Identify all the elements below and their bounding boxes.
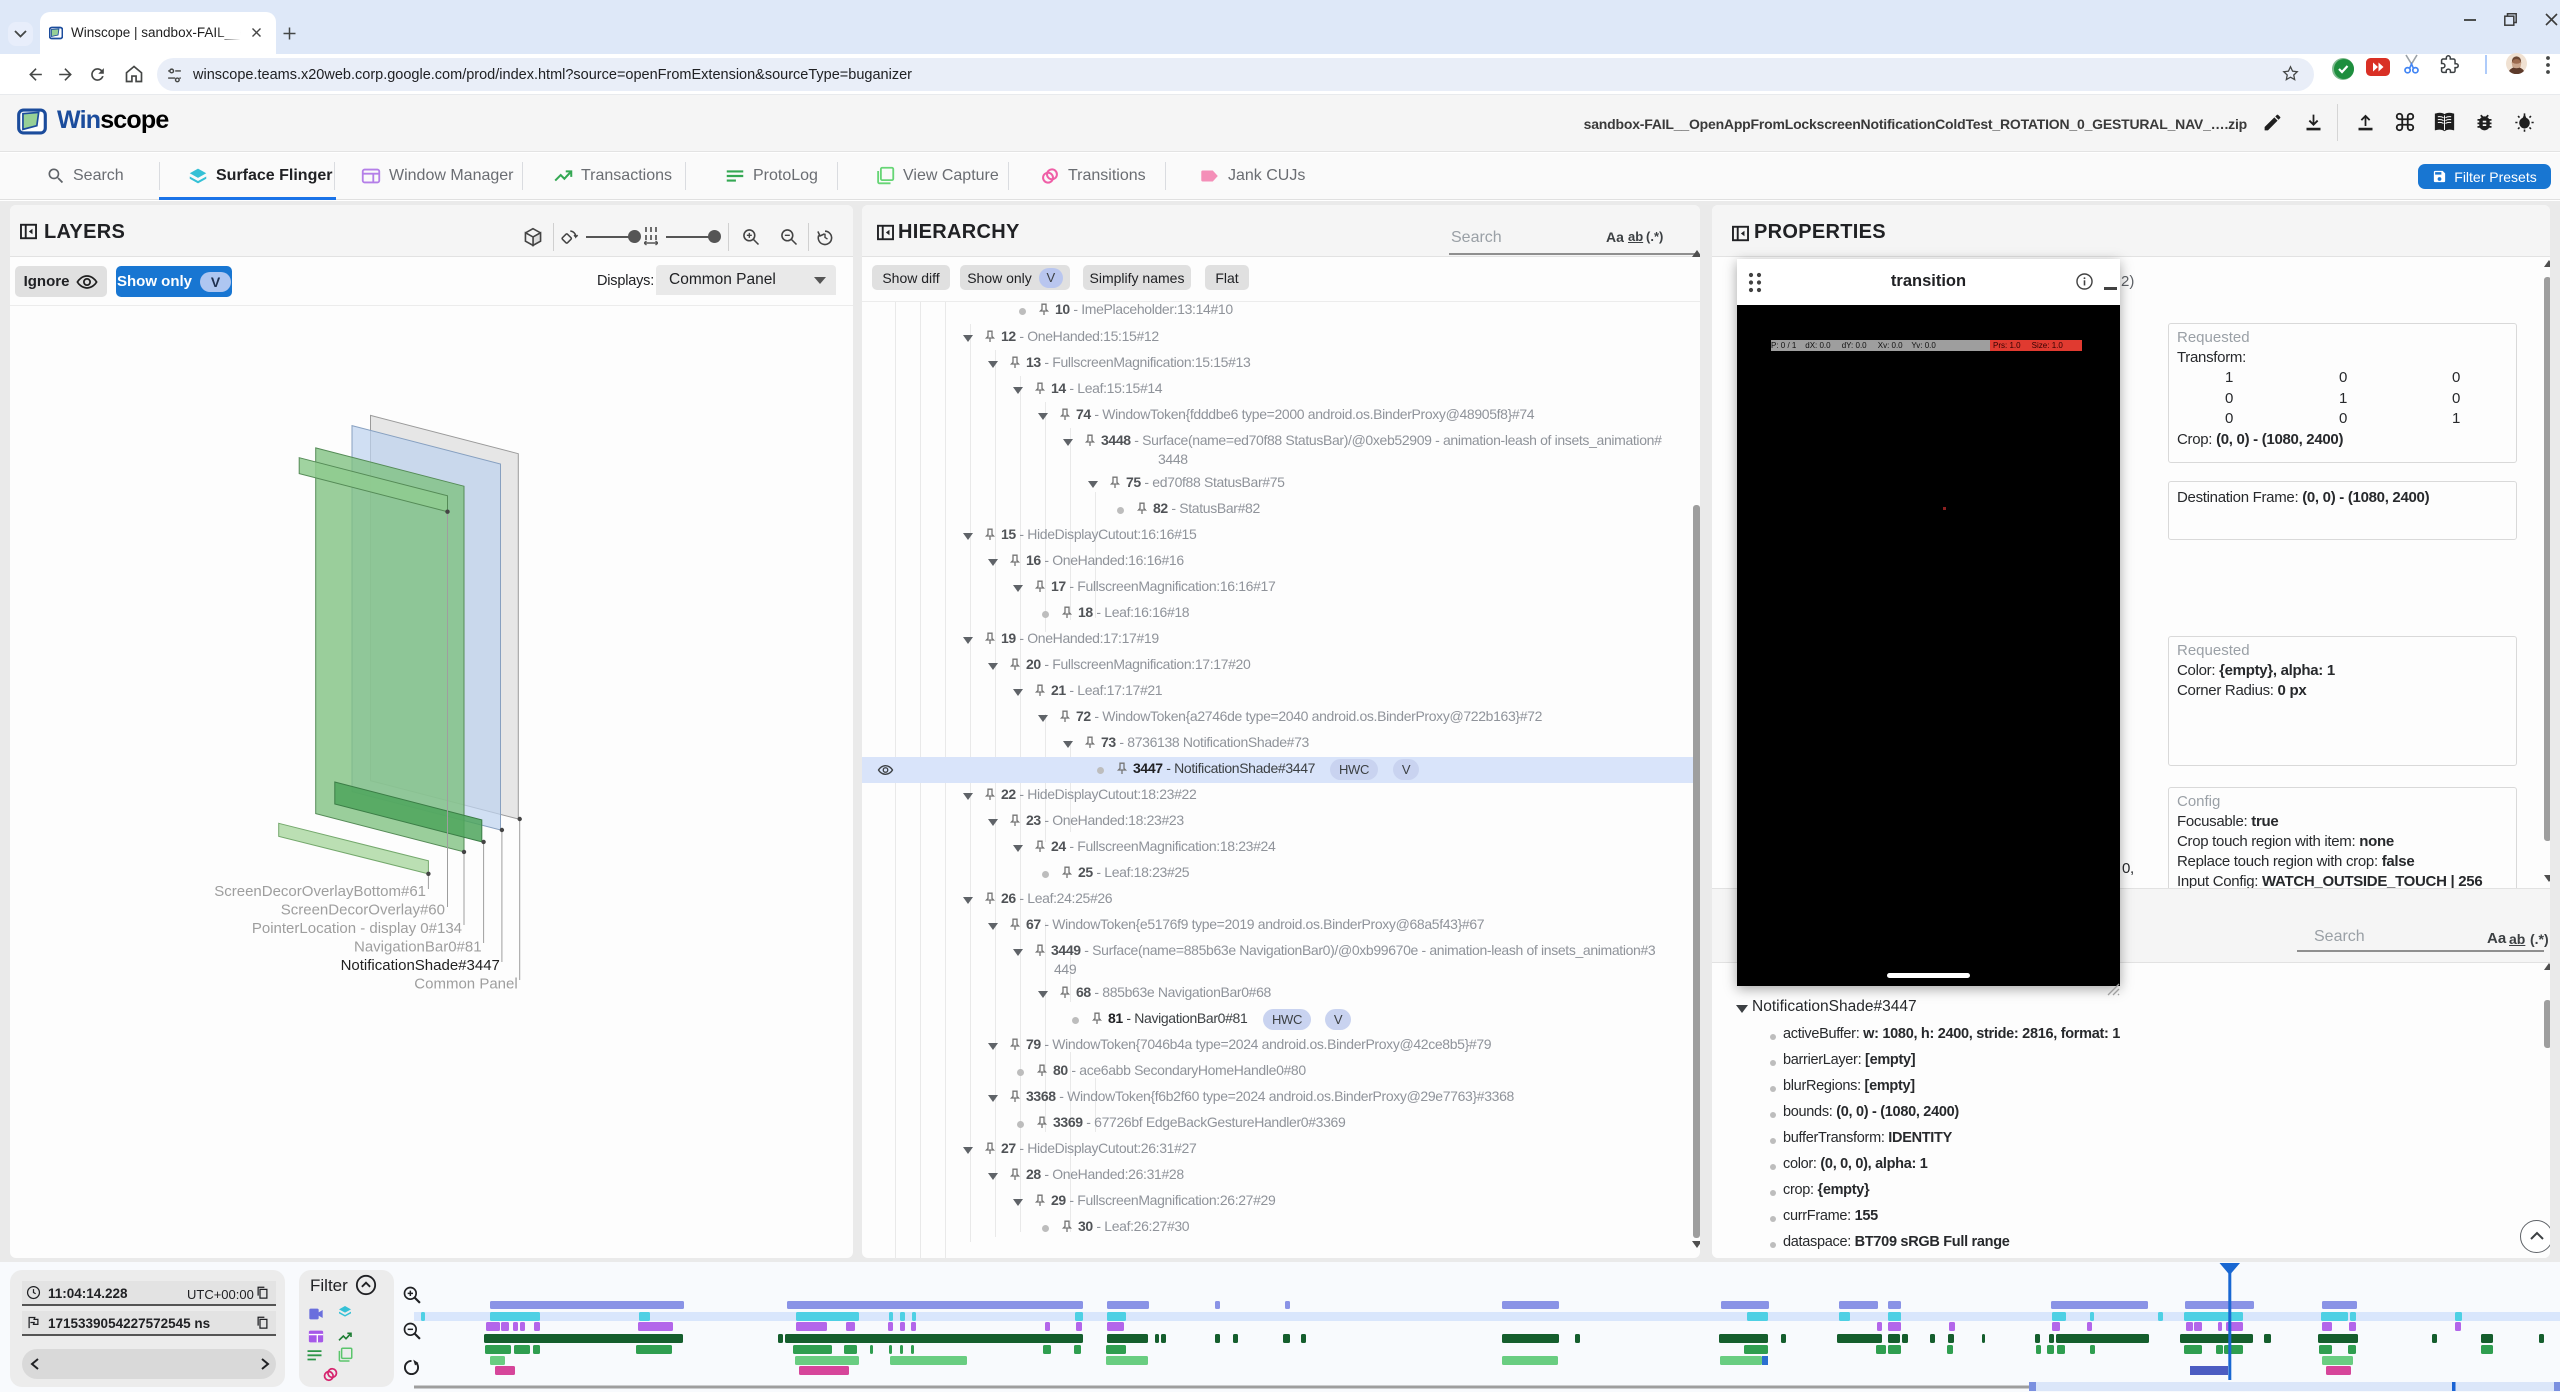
svg-text:ScreenDecorOverlayBottom#61: ScreenDecorOverlayBottom#61: [214, 883, 426, 900]
svg-text:Common Panel: Common Panel: [414, 976, 517, 993]
svg-text:ScreenDecorOverlay#60: ScreenDecorOverlay#60: [281, 902, 445, 919]
svg-text:NavigationBar0#81: NavigationBar0#81: [354, 939, 482, 956]
svg-text:PointerLocation - display 0#13: PointerLocation - display 0#134: [252, 920, 462, 937]
svg-text:NotificationShade#3447: NotificationShade#3447: [341, 957, 500, 974]
